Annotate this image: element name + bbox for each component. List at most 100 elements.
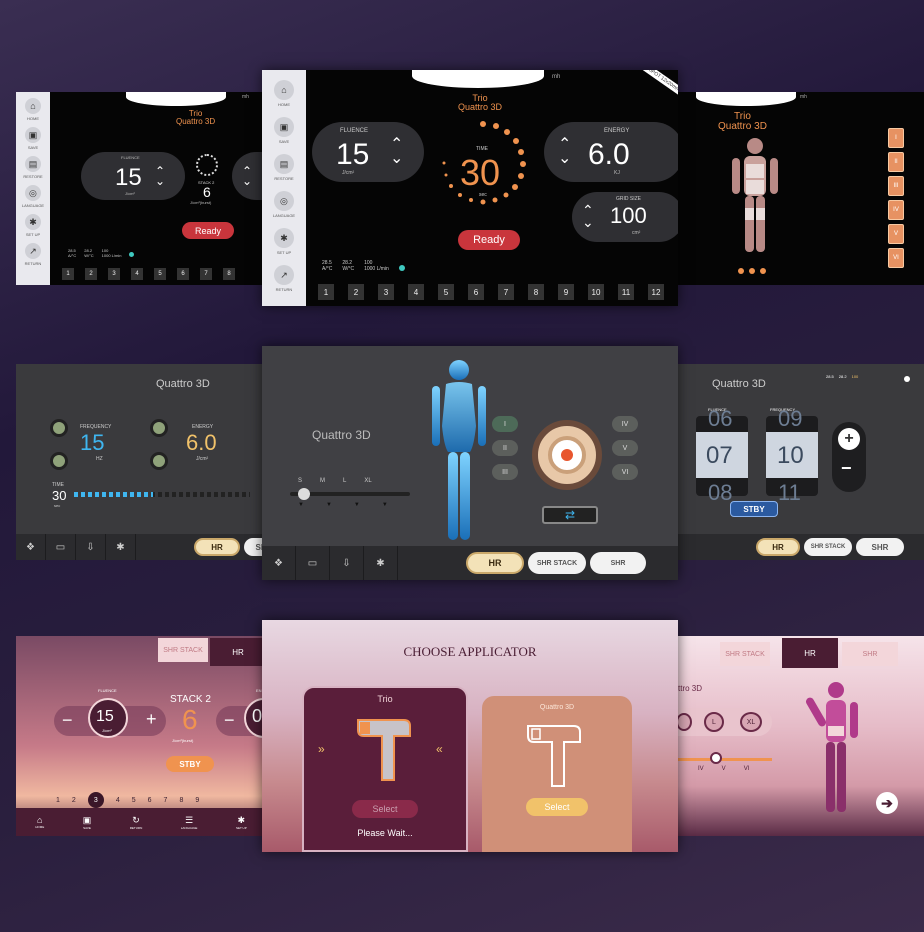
energy-stepper-icon[interactable]: ⌃ ⌄	[558, 137, 571, 167]
number-button[interactable]: 6	[177, 268, 189, 280]
sidebar-item-return[interactable]: ↗ RETURN	[25, 243, 41, 266]
sidebar-item-home[interactable]: ⌂ HOME	[25, 98, 41, 121]
grid-size-stepper-icon[interactable]: ⌃ ⌄	[582, 203, 594, 229]
size-XL[interactable]: XL	[740, 712, 762, 732]
skin-type-V[interactable]: V	[888, 224, 904, 244]
shr-stack-mode-button[interactable]: SHR STACK	[528, 552, 586, 574]
number-button[interactable]: 12	[648, 284, 664, 300]
tab-shr-stack[interactable]: SHR STACK	[158, 638, 208, 662]
sidebar-item-save[interactable]: ▣ SAVE	[25, 127, 41, 150]
number-button[interactable]: 3	[108, 268, 120, 280]
number-button[interactable]: 5	[438, 284, 454, 300]
dropbox-icon[interactable]: ❖	[16, 534, 46, 560]
nav-return[interactable]: ↻ RETURN	[130, 815, 143, 830]
ready-button[interactable]: Ready	[458, 230, 520, 250]
target-dial-icon[interactable]	[532, 420, 602, 490]
sidebar-item-setup[interactable]: ✱ SET UP	[25, 214, 41, 237]
size-L[interactable]: L	[704, 712, 724, 732]
sidebar-item-return[interactable]: ↗ RETURN	[274, 265, 294, 292]
skin-slider-thumb[interactable]	[710, 752, 722, 764]
number-button[interactable]: 7	[200, 268, 212, 280]
hr-mode-button[interactable]: HR	[466, 552, 524, 574]
plus-icon[interactable]: +	[146, 709, 157, 730]
applicator-card-trio[interactable]: Trio » « Select Please Wait...	[302, 686, 468, 852]
sidebar-item-home[interactable]: ⌂ HOME	[274, 80, 294, 107]
frequency-down-knob[interactable]	[50, 452, 68, 470]
number-button[interactable]: 4	[131, 268, 143, 280]
skin-type-VI[interactable]: VI	[612, 464, 638, 480]
next-arrow-icon[interactable]: ➔	[876, 792, 898, 814]
skin-type-I[interactable]: I	[492, 416, 518, 432]
shr-mode-button[interactable]: SHR	[590, 552, 646, 574]
energy-control[interactable]: ENERGY ⌃ ⌄ 6.0 KJ	[544, 122, 678, 182]
number-button[interactable]: 11	[618, 284, 634, 300]
skin-type-V[interactable]: V	[612, 440, 638, 456]
size-slider-thumb[interactable]	[298, 488, 310, 500]
grid-size-control[interactable]: GRID SIZE ⌃ ⌄ 100 cm²	[572, 192, 678, 242]
sidebar-item-save[interactable]: ▣ SAVE	[274, 117, 294, 144]
plus-minus-control[interactable]: + −	[832, 422, 866, 492]
number-button[interactable]: 1	[318, 284, 334, 300]
shr-stack-mode-button[interactable]: SHR STACK	[804, 538, 852, 556]
applicator-card-quattro[interactable]: Quattro 3D Select	[482, 696, 632, 852]
sidebar-item-setup[interactable]: ✱ SET UP	[274, 228, 294, 255]
standby-button[interactable]: STBY	[166, 756, 214, 772]
fluence-control[interactable]: FLUENCE 15 ⌃ ⌄ J/cm²	[312, 122, 424, 182]
number-button[interactable]: 2	[348, 284, 364, 300]
number-button[interactable]: 10	[588, 284, 604, 300]
tab-shr-stack[interactable]: SHR STACK	[720, 642, 770, 666]
minus-icon[interactable]: −	[62, 710, 73, 731]
dropbox-icon[interactable]: ❖	[262, 546, 296, 580]
active-number[interactable]: 3	[87, 792, 104, 808]
select-button-trio[interactable]: Select	[352, 800, 418, 818]
sidebar-item-restore[interactable]: ▤ RESTORE	[23, 156, 43, 179]
hr-mode-button[interactable]: HR	[756, 538, 800, 556]
frequency-flip-counter[interactable]: 09 10 11	[766, 406, 818, 505]
screen-icon[interactable]: ▭	[46, 534, 76, 560]
download-icon[interactable]: ⇩	[330, 546, 364, 580]
tab-shr[interactable]: SHR	[842, 642, 898, 666]
skin-type-II[interactable]: II	[492, 440, 518, 456]
gear-icon[interactable]: ✱	[106, 534, 136, 560]
skin-type-IV[interactable]: IV	[612, 416, 638, 432]
sidebar-item-language[interactable]: ◎ LANGUAGE	[22, 185, 44, 208]
number-button[interactable]: 5	[154, 268, 166, 280]
skin-type-VI[interactable]: VI	[888, 248, 904, 268]
number-button[interactable]: 1	[62, 268, 74, 280]
shr-mode-button[interactable]: SHR	[856, 538, 904, 556]
nav-setup[interactable]: ✱ SET UP	[236, 815, 247, 830]
select-button-quattro[interactable]: Select	[526, 798, 588, 816]
minus-icon[interactable]: −	[841, 458, 852, 479]
energy-up-knob[interactable]	[150, 419, 168, 437]
skin-type-I[interactable]: I	[888, 128, 904, 148]
number-button[interactable]: 8	[223, 268, 235, 280]
minus-icon[interactable]: −	[224, 710, 235, 731]
standby-button[interactable]: STBY	[730, 501, 778, 517]
fluence-stepper-icon[interactable]: ⌃ ⌄	[390, 137, 403, 167]
nav-language[interactable]: ☰ LANGUAGE	[181, 815, 198, 830]
gear-icon[interactable]: ✱	[364, 546, 398, 580]
number-button[interactable]: 3	[378, 284, 394, 300]
screen-icon[interactable]: ▭	[296, 546, 330, 580]
number-button[interactable]: 2	[85, 268, 97, 280]
plus-icon[interactable]: +	[838, 428, 860, 450]
skin-slider-track[interactable]	[676, 758, 772, 761]
nav-home[interactable]: ⌂ HOME	[35, 815, 44, 829]
energy-down-knob[interactable]	[150, 452, 168, 470]
number-button[interactable]: 8	[528, 284, 544, 300]
sidebar-item-restore[interactable]: ▤ RESTORE	[274, 154, 294, 181]
skin-type-II[interactable]: II	[888, 152, 904, 172]
number-button[interactable]: 9	[558, 284, 574, 300]
download-icon[interactable]: ⇩	[76, 534, 106, 560]
ready-button[interactable]: Ready	[182, 222, 234, 239]
hr-mode-button[interactable]: HR	[194, 538, 240, 556]
energy-stepper-icon[interactable]: ⌃ ⌄	[242, 165, 252, 187]
sidebar-item-language[interactable]: ◎ LANGUAGE	[273, 191, 295, 218]
skin-type-III[interactable]: III	[492, 464, 518, 480]
number-button[interactable]: 4	[408, 284, 424, 300]
energy-control-partial[interactable]: ⌃ ⌄	[232, 152, 262, 200]
size-partial[interactable]	[676, 713, 692, 731]
number-button[interactable]: 6	[468, 284, 484, 300]
tab-hr[interactable]: HR	[782, 638, 838, 668]
nav-save[interactable]: ▣ SAVE	[83, 815, 92, 830]
